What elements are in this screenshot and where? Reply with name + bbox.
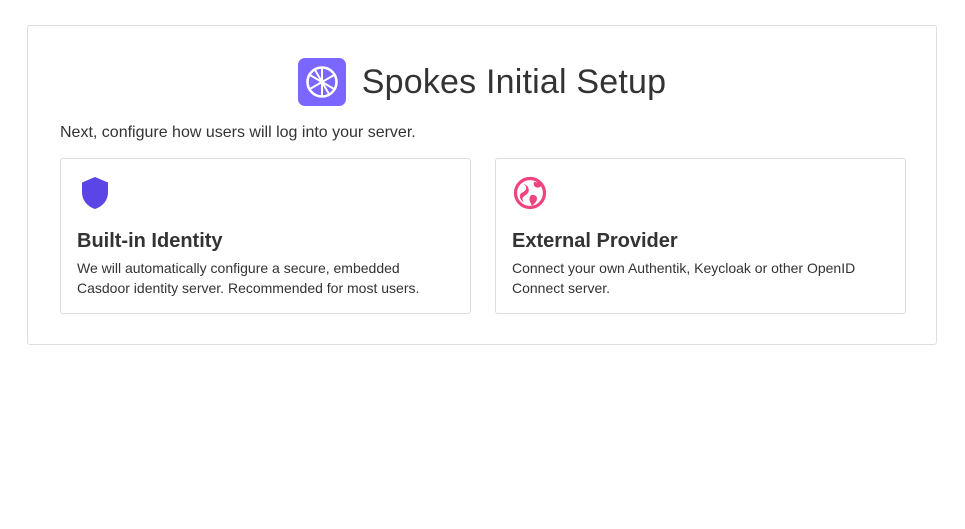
option-description: Connect your own Authentik, Keycloak or … <box>512 260 856 296</box>
option-description: We will automatically configure a secure… <box>77 260 420 296</box>
shield-icon <box>77 175 113 211</box>
globe-icon <box>512 175 548 211</box>
builtin-identity-option[interactable]: Built-in Identity We will automatically … <box>60 158 471 314</box>
setup-instructions: Next, configure how users will log into … <box>60 124 416 141</box>
wheel-icon <box>297 58 346 106</box>
option-title: Built-in Identity <box>77 230 223 252</box>
option-title: External Provider <box>512 230 678 252</box>
page-header: Spokes Initial Setup <box>28 58 936 106</box>
page-title: Spokes Initial Setup <box>361 62 667 101</box>
external-provider-option[interactable]: External Provider Connect your own Authe… <box>495 158 906 314</box>
setup-panel: Spokes Initial Setup Next, configure how… <box>27 25 937 345</box>
